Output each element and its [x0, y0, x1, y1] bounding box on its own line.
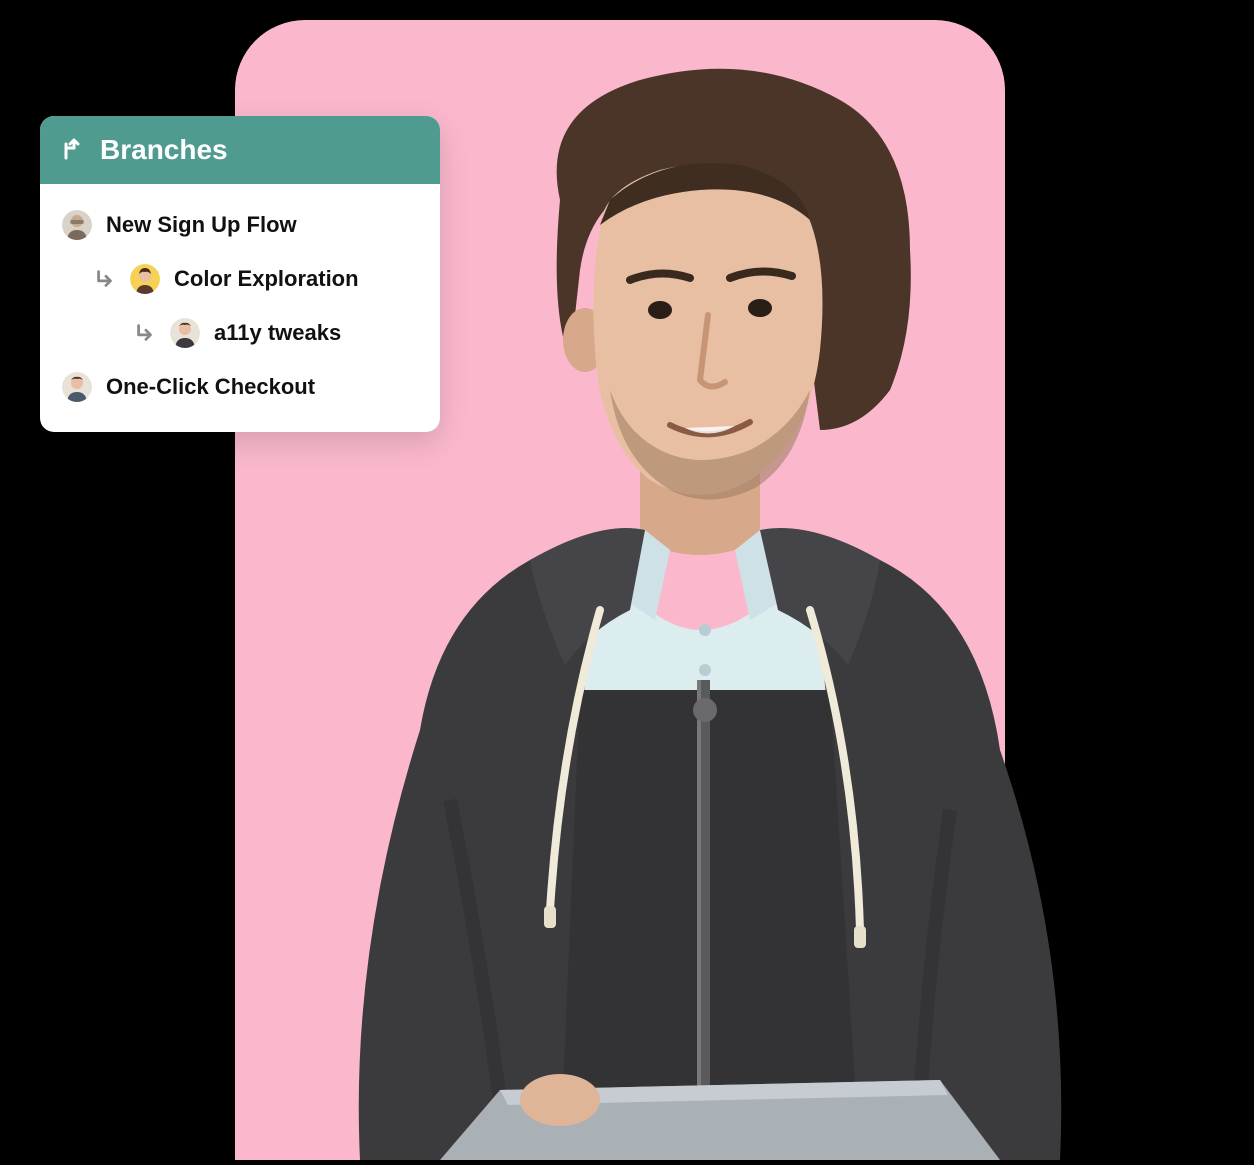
branch-item-label: One-Click Checkout [106, 374, 315, 400]
branch-item-label: New Sign Up Flow [106, 212, 297, 238]
branch-item-color-exploration[interactable]: Color Exploration [40, 252, 440, 306]
sub-branch-arrow-icon [134, 322, 156, 344]
avatar [62, 210, 92, 240]
branches-panel-header: Branches [40, 116, 440, 184]
branch-item-one-click-checkout[interactable]: One-Click Checkout [40, 360, 440, 414]
avatar [170, 318, 200, 348]
avatar [130, 264, 160, 294]
branch-list: New Sign Up Flow Color Exploration [40, 184, 440, 432]
branches-panel: Branches New Sign Up Flow [40, 116, 440, 432]
avatar [62, 372, 92, 402]
branch-item-label: Color Exploration [174, 266, 359, 292]
branch-item-label: a11y tweaks [214, 320, 341, 346]
sub-branch-arrow-icon [94, 268, 116, 290]
branch-item-a11y-tweaks[interactable]: a11y tweaks [40, 306, 440, 360]
branches-panel-title: Branches [100, 134, 228, 166]
branch-icon [62, 138, 86, 162]
branch-item-new-sign-up-flow[interactable]: New Sign Up Flow [40, 198, 440, 252]
